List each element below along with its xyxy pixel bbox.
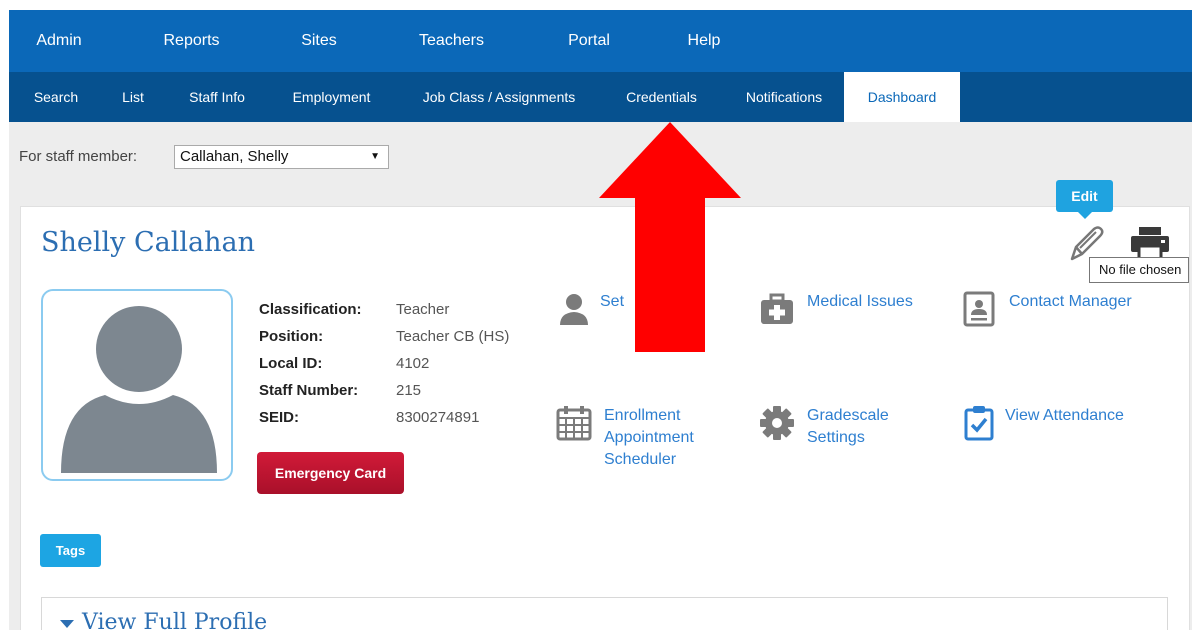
tab-search[interactable]: Search	[22, 72, 90, 122]
medical-kit-icon	[761, 293, 793, 324]
page: Admin Reports Sites Teachers Portal Help…	[9, 10, 1192, 630]
tab-list[interactable]: List	[112, 72, 154, 122]
clipboard-check-icon	[964, 406, 994, 441]
gear-icon	[760, 406, 794, 440]
info-value: Teacher	[396, 301, 450, 318]
info-key: Staff Number:	[259, 382, 359, 399]
info-value: 215	[396, 382, 422, 399]
dropdown-caret-icon: ▼	[370, 151, 380, 162]
file-input-tooltip: No file chosen	[1089, 257, 1189, 283]
nav-teachers[interactable]: Teachers	[404, 10, 499, 72]
info-key: SEID:	[259, 409, 300, 426]
expand-triangle-icon	[60, 620, 74, 628]
sub-nav: Search List Staff Info Employment Job Cl…	[9, 72, 1192, 122]
nav-admin[interactable]: Admin	[9, 10, 109, 72]
nav-reports[interactable]: Reports	[144, 10, 239, 72]
contact-manager-label: Contact Manager	[1009, 293, 1132, 310]
edit-tooltip: Edit	[1056, 180, 1113, 219]
info-value: 8300274891	[396, 409, 480, 426]
tab-dashboard[interactable]: Dashboard	[844, 72, 960, 122]
view-full-profile-panel[interactable]: View Full Profile	[41, 597, 1168, 630]
gradescale-settings-label: Gradescale Settings	[807, 407, 889, 446]
medical-issues-label: Medical Issues	[807, 293, 913, 310]
tab-notifications[interactable]: Notifications	[729, 72, 839, 122]
user-icon	[560, 294, 588, 325]
screenshot-frame: Admin Reports Sites Teachers Portal Help…	[0, 0, 1192, 630]
tags-button[interactable]: Tags	[40, 534, 101, 567]
emergency-card-button[interactable]: Emergency Card	[257, 452, 404, 494]
contact-card-icon	[963, 291, 995, 327]
staff-member-label: For staff member:	[19, 148, 138, 165]
person-silhouette-icon	[61, 306, 217, 473]
staff-member-select[interactable]: Callahan, Shelly ▼	[174, 145, 389, 169]
info-key: Classification:	[259, 301, 362, 318]
info-key: Position:	[259, 328, 324, 345]
enrollment-scheduler-label: Enrollment Appointment Scheduler	[604, 407, 694, 468]
set-link-label: Set	[600, 293, 625, 310]
top-nav: Admin Reports Sites Teachers Portal Help	[9, 10, 1192, 72]
calendar-icon	[556, 406, 592, 441]
staff-member-selected: Callahan, Shelly	[180, 148, 289, 165]
tab-credentials[interactable]: Credentials	[609, 72, 714, 122]
staff-dashboard-card: Shelly Callahan Edit Classification: Tea…	[20, 180, 1190, 630]
nav-help[interactable]: Help	[674, 10, 734, 72]
tab-job-class-assignments[interactable]: Job Class / Assignments	[404, 72, 594, 122]
staff-name-heading: Shelly Callahan	[41, 227, 255, 258]
view-attendance-label: View Attendance	[1005, 407, 1124, 424]
printer-icon[interactable]	[1129, 225, 1171, 261]
info-key: Local ID:	[259, 355, 323, 372]
tab-staff-info[interactable]: Staff Info	[177, 72, 257, 122]
tab-employment[interactable]: Employment	[279, 72, 384, 122]
view-full-profile-label: View Full Profile	[82, 610, 268, 630]
info-value: 4102	[396, 355, 430, 372]
nav-portal[interactable]: Portal	[549, 10, 629, 72]
nav-sites[interactable]: Sites	[279, 10, 359, 72]
info-value: Teacher CB (HS)	[396, 328, 510, 345]
avatar	[41, 289, 233, 481]
